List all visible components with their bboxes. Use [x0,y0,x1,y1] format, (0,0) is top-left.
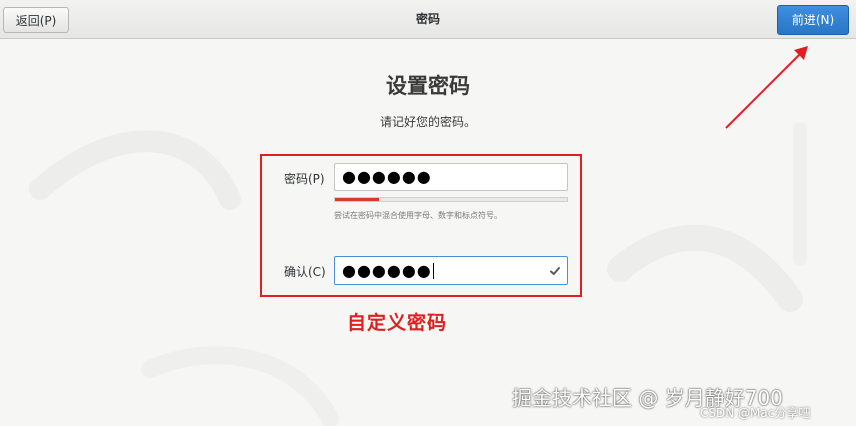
installer-window: 返回(P) 密码 前进(N) 设置密码 请记好您的密码。 密码(P) ●●●●●… [0,0,856,426]
confirm-value-wrap: ●●●●●● [342,261,434,281]
header-title: 密码 [415,12,440,26]
password-strength-fill [335,198,380,201]
header-bar: 返回(P) 密码 前进(N) [0,0,856,39]
password-strength-bar [334,197,568,202]
confirm-value: ●●●●●● [342,261,432,280]
next-button[interactable]: 前进(N) [777,5,849,35]
annotation-arrow [725,46,808,129]
password-field[interactable]: ●●●●●● [334,163,568,191]
annotation-label: 自定义密码 [347,312,448,334]
confirm-label: 确认(C) [284,265,326,279]
check-icon [550,267,560,275]
confirm-password-field[interactable]: ●●●●●● [334,256,568,285]
text-cursor [432,263,434,279]
password-hint: 尝试在密码中混合使用字母、数字和标点符号。 [334,211,502,220]
watermark-sub: CSDN @Mac分享吧 [700,406,811,420]
password-label: 密码(P) [284,172,325,186]
password-value: ●●●●●● [342,167,432,186]
